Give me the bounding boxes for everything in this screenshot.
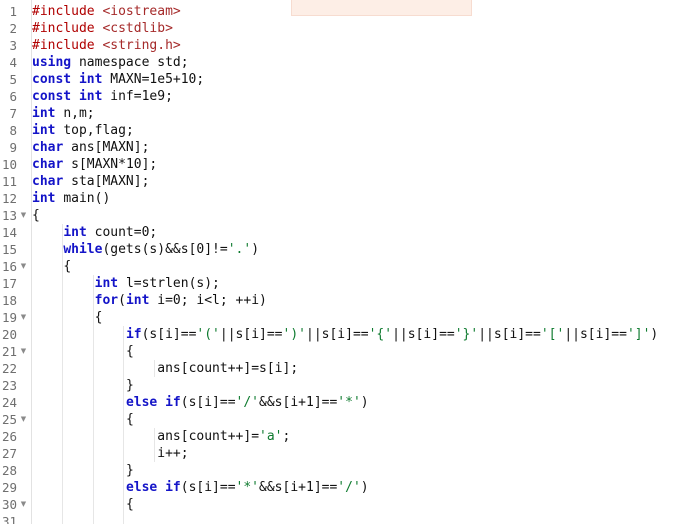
code-line-6[interactable]: const int inf=1e9;	[32, 88, 173, 105]
code-line-9[interactable]: char ans[MAXN];	[32, 139, 149, 156]
line-number-29: 29	[1, 480, 17, 495]
line-number-11: 11	[1, 174, 17, 189]
line-number-23: 23	[1, 378, 17, 393]
line-number-27: 27	[1, 446, 17, 461]
code-line-23[interactable]: }	[32, 377, 134, 394]
line-number-1: 1	[9, 4, 17, 19]
line-number-25: 25	[1, 412, 17, 427]
code-line-10[interactable]: char s[MAXN*10];	[32, 156, 157, 173]
fold-marker-line-30[interactable]: ▼	[19, 496, 28, 513]
line-number-8: 8	[9, 123, 17, 138]
line-number-4: 4	[9, 55, 17, 70]
line-number-gutter[interactable]: 1 2 3 4 5 6 7 8 9 10 11 12 13 ▼ 14 15 16 ▼ 17 18 19 ▼ 20 21 ▼ 22 2…	[0, 0, 31, 524]
fold-marker-line-13[interactable]: ▼	[19, 207, 28, 224]
code-line-7[interactable]: int n,m;	[32, 105, 95, 122]
gutter-separator	[31, 0, 32, 524]
line-number-16: 16	[1, 259, 17, 274]
line-number-14: 14	[1, 225, 17, 240]
line-number-9: 9	[9, 140, 17, 155]
line-number-22: 22	[1, 361, 17, 376]
line-number-3: 3	[9, 38, 17, 53]
tooltip-popup-body	[292, 0, 471, 15]
code-line-22[interactable]: ans[count++]=s[i];	[32, 360, 298, 377]
code-line-21[interactable]: {	[32, 343, 134, 360]
line-number-15: 15	[1, 242, 17, 257]
code-line-31[interactable]	[32, 513, 40, 524]
code-line-14[interactable]: int count=0;	[32, 224, 157, 241]
code-line-1[interactable]: #include <iostream>	[32, 3, 181, 20]
code-line-25[interactable]: {	[32, 411, 134, 428]
line-number-5: 5	[9, 72, 17, 87]
line-number-2: 2	[9, 21, 17, 36]
code-line-30[interactable]: {	[32, 496, 134, 513]
line-number-30: 30	[1, 497, 17, 512]
line-number-26: 26	[1, 429, 17, 444]
tooltip-popup	[291, 0, 472, 16]
fold-marker-line-19[interactable]: ▼	[19, 309, 28, 326]
code-editor[interactable]: #include <iostream> #include <cstdlib> #in…	[0, 0, 684, 524]
line-number-21: 21	[1, 344, 17, 359]
code-line-2[interactable]: #include <cstdlib>	[32, 20, 173, 37]
code-line-3[interactable]: #include <string.h>	[32, 37, 181, 54]
code-line-28[interactable]: }	[32, 462, 134, 479]
fold-marker-line-21[interactable]: ▼	[19, 343, 28, 360]
line-number-10: 10	[1, 157, 17, 172]
line-number-6: 6	[9, 89, 17, 104]
code-line-18[interactable]: for(int i=0; i<l; ++i)	[32, 292, 267, 309]
code-line-5[interactable]: const int MAXN=1e5+10;	[32, 71, 204, 88]
line-number-24: 24	[1, 395, 17, 410]
code-line-24[interactable]: else if(s[i]=='/'&&s[i+1]=='*')	[32, 394, 369, 411]
line-number-13: 13	[1, 208, 17, 223]
line-number-20: 20	[1, 327, 17, 342]
code-line-12[interactable]: int main()	[32, 190, 110, 207]
code-line-8[interactable]: int top,flag;	[32, 122, 134, 139]
code-line-27[interactable]: i++;	[32, 445, 188, 462]
fold-marker-line-25[interactable]: ▼	[19, 411, 28, 428]
code-line-4[interactable]: using namespace std;	[32, 54, 189, 71]
line-number-18: 18	[1, 293, 17, 308]
code-line-15[interactable]: while(gets(s)&&s[0]!='.')	[32, 241, 259, 258]
code-line-13[interactable]: {	[32, 207, 40, 224]
code-line-26[interactable]: ans[count++]='a';	[32, 428, 290, 445]
line-number-7: 7	[9, 106, 17, 121]
code-line-16[interactable]: {	[32, 258, 71, 275]
code-line-29[interactable]: else if(s[i]=='*'&&s[i+1]=='/')	[32, 479, 369, 496]
line-number-17: 17	[1, 276, 17, 291]
fold-marker-line-16[interactable]: ▼	[19, 258, 28, 275]
line-number-12: 12	[1, 191, 17, 206]
code-line-19[interactable]: {	[32, 309, 103, 326]
code-line-11[interactable]: char sta[MAXN];	[32, 173, 149, 190]
line-number-19: 19	[1, 310, 17, 325]
code-line-20[interactable]: if(s[i]=='('||s[i]==')'||s[i]=='{'||s[i]…	[32, 326, 658, 343]
code-text-area[interactable]: #include <iostream> #include <cstdlib> #in…	[32, 0, 684, 524]
line-number-28: 28	[1, 463, 17, 478]
line-number-31: 31	[1, 514, 17, 524]
code-line-17[interactable]: int l=strlen(s);	[32, 275, 220, 292]
